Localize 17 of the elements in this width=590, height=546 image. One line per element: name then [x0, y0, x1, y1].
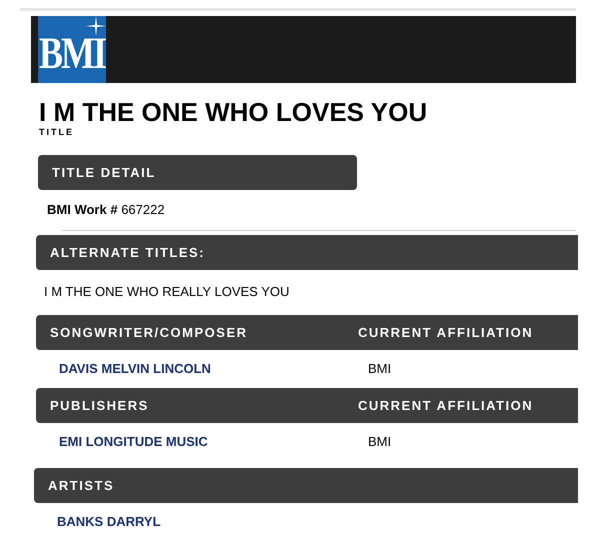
- section-heading: SONGWRITER/COMPOSER: [49, 324, 249, 342]
- title-label: TITLE: [39, 127, 75, 137]
- affiliation-heading: CURRENT AFFILIATION: [358, 396, 534, 415]
- alternate-title: I M THE ONE WHO REALLY LOVES YOU: [44, 283, 290, 302]
- affiliation-text: BMI: [368, 360, 392, 378]
- name-link[interactable]: DAVIS MELVIN LINCOLN: [59, 359, 368, 379]
- artist-link[interactable]: BANKS DARRYL: [57, 512, 161, 532]
- section-heading: ARTISTS: [47, 476, 116, 495]
- section-heading: PUBLISHERS: [49, 396, 150, 415]
- section-heading: ALTERNATE TITLES:: [49, 244, 206, 262]
- work-number: BMI Work # 667222: [47, 201, 165, 220]
- affiliation-heading: CURRENT AFFILIATION: [358, 324, 534, 342]
- name-link[interactable]: EMI LONGITUDE MUSIC: [59, 432, 368, 452]
- section-heading: TITLE DETAIL: [51, 164, 157, 182]
- logo[interactable]: BMI: [38, 16, 106, 83]
- affiliation-text: BMI: [368, 433, 392, 452]
- song-title: I M THE ONE WHO LOVES YOU: [39, 97, 428, 127]
